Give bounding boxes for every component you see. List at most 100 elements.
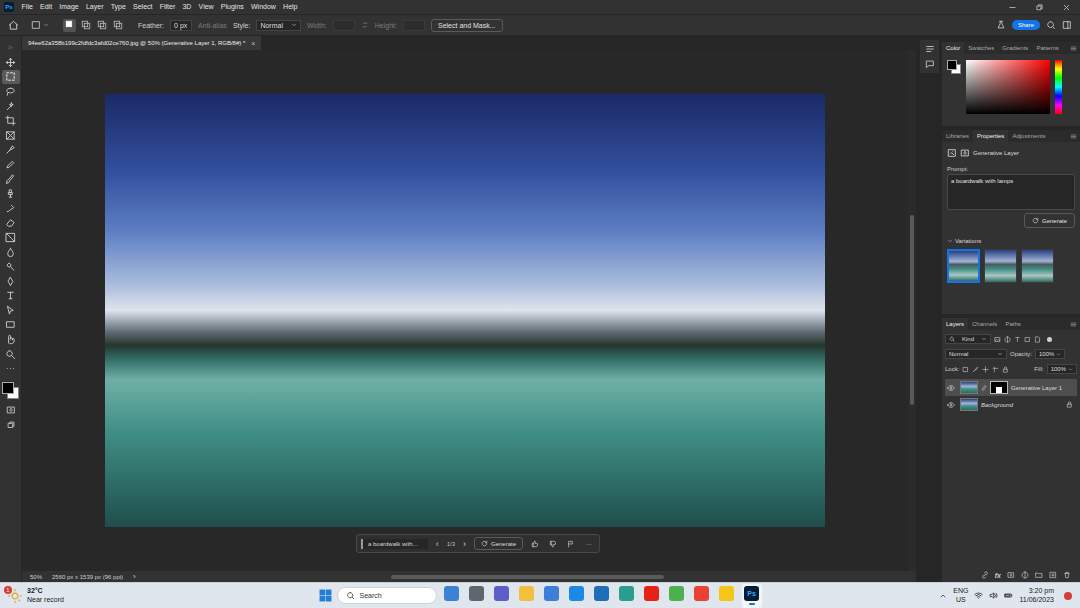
generate-button[interactable]: Generate <box>474 537 523 550</box>
tool-button[interactable] <box>2 186 20 201</box>
tool-button[interactable] <box>2 55 20 70</box>
tool-button[interactable] <box>2 84 20 99</box>
close-button[interactable] <box>1053 0 1080 14</box>
width-input[interactable] <box>333 20 355 31</box>
delete-layer-icon[interactable] <box>1063 571 1071 579</box>
type-filter-icon[interactable] <box>1014 336 1021 343</box>
taskbar-app[interactable] <box>542 584 562 608</box>
color-swatches[interactable] <box>2 382 19 399</box>
zoom-level[interactable]: 50% <box>30 574 42 580</box>
menu-item[interactable]: Image <box>56 0 83 14</box>
speaker-icon[interactable] <box>989 591 998 600</box>
zoom-icon[interactable] <box>5 349 16 360</box>
layer-row[interactable]: Background <box>945 396 1077 413</box>
dropdown-icon[interactable] <box>291 22 297 28</box>
variation-thumbnail[interactable] <box>947 249 980 283</box>
more-button[interactable]: ··· <box>583 541 595 547</box>
windows-start-icon[interactable] <box>319 589 332 602</box>
taskbar-search[interactable]: Search <box>337 587 437 604</box>
scroll-thumb[interactable] <box>391 575 664 579</box>
selection-mode-button[interactable] <box>63 19 76 32</box>
app-icon[interactable] <box>544 586 559 601</box>
dislike-button[interactable] <box>547 540 559 548</box>
document-close-button[interactable]: × <box>251 40 255 47</box>
layer-name[interactable]: Background <box>981 402 1013 408</box>
shape-filter-icon[interactable] <box>1024 336 1031 343</box>
app-icon[interactable] <box>594 586 609 601</box>
selection-mode-button[interactable] <box>95 19 108 32</box>
lock-artboard-icon[interactable] <box>992 366 999 373</box>
generate-button[interactable]: Generate <box>1024 213 1075 228</box>
lock-all-icon[interactable] <box>1002 366 1009 373</box>
quick-mask-icon[interactable] <box>6 405 16 415</box>
select-and-mask-button[interactable]: Select and Mask... <box>431 19 503 32</box>
frame-icon[interactable] <box>5 130 16 141</box>
app-logo[interactable]: Ps <box>4 2 14 12</box>
scroll-thumb[interactable] <box>910 215 914 405</box>
tool-button[interactable] <box>2 201 20 216</box>
home-icon[interactable] <box>8 20 19 31</box>
language-indicator[interactable]: ENG US <box>953 587 968 604</box>
panel-tab[interactable]: Adjustments <box>1008 130 1049 142</box>
share-button[interactable]: Share <box>1012 20 1040 30</box>
taskbar-app[interactable] <box>642 584 662 608</box>
lock-pixels-icon[interactable] <box>962 366 969 373</box>
screen-mode-icon[interactable] <box>6 420 16 430</box>
quick-mask-button[interactable] <box>2 403 20 418</box>
layer-thumbnail[interactable] <box>960 398 978 411</box>
app-icon[interactable]: Ps <box>744 586 759 601</box>
eraser-icon[interactable] <box>5 217 16 228</box>
menu-item[interactable]: Help <box>279 0 301 14</box>
lasso-icon[interactable] <box>5 86 16 97</box>
more-tools-icon[interactable] <box>5 363 16 374</box>
show-hidden-icons-icon[interactable] <box>939 592 947 600</box>
screen-mode-button[interactable] <box>2 418 20 433</box>
hue-slider[interactable] <box>1055 60 1062 114</box>
learn-button[interactable] <box>996 20 1006 30</box>
tool-button[interactable] <box>2 172 20 187</box>
minimize-button[interactable] <box>999 0 1026 14</box>
wifi-icon[interactable] <box>974 591 983 600</box>
flask-icon[interactable] <box>996 20 1006 30</box>
panel-tab[interactable]: Channels <box>968 318 1001 330</box>
panel-tab[interactable]: Color <box>942 42 964 54</box>
history-panel-button[interactable] <box>925 44 935 54</box>
search-icon[interactable] <box>1046 20 1056 30</box>
filter-toggle[interactable] <box>1047 337 1052 342</box>
link-layers-icon[interactable] <box>981 571 989 579</box>
tool-button[interactable] <box>2 230 20 245</box>
menu-item[interactable]: Window <box>247 0 279 14</box>
marquee-icon[interactable] <box>31 20 41 30</box>
tool-button[interactable] <box>2 70 20 85</box>
taskbar-app[interactable] <box>467 584 487 608</box>
app-icon[interactable] <box>494 586 509 601</box>
smart-object-filter-icon[interactable] <box>1034 336 1041 343</box>
adjustment-filter-icon[interactable] <box>1004 336 1011 343</box>
previous-variation-button[interactable]: ‹ <box>434 540 441 548</box>
layer-style-button[interactable]: fx <box>995 572 1001 579</box>
taskbar-app[interactable]: Ps <box>742 584 762 608</box>
minimize-icon[interactable] <box>1008 3 1017 12</box>
type-tool-icon[interactable] <box>5 290 16 301</box>
menu-item[interactable]: Layer <box>82 0 107 14</box>
feather-input[interactable]: 0 px <box>170 20 192 31</box>
tool-button[interactable] <box>2 113 20 128</box>
eyedropper-icon[interactable] <box>5 144 16 155</box>
thumbs-up-icon[interactable] <box>531 540 539 548</box>
new-layer-icon[interactable] <box>1049 571 1057 579</box>
canvas[interactable]: a boardwalk with... ‹ 1/3 › Generate ··· <box>22 50 908 571</box>
panel-tab[interactable]: Properties <box>973 130 1008 142</box>
restore-button[interactable] <box>1026 0 1053 14</box>
app-icon[interactable] <box>569 586 584 601</box>
close-icon[interactable] <box>1062 3 1071 12</box>
opacity-input[interactable]: 100% <box>1035 349 1065 359</box>
color-swatch-toggle[interactable] <box>947 60 961 74</box>
swap-icon[interactable] <box>361 21 369 29</box>
panel-tab[interactable]: Swatches <box>964 42 998 54</box>
vertical-scrollbar[interactable] <box>908 50 916 571</box>
menu-item[interactable]: View <box>195 0 217 14</box>
variations-header[interactable]: Variations <box>947 238 1075 244</box>
app-icon[interactable] <box>669 586 684 601</box>
lock-icon[interactable] <box>1066 401 1073 408</box>
report-button[interactable] <box>565 540 577 548</box>
